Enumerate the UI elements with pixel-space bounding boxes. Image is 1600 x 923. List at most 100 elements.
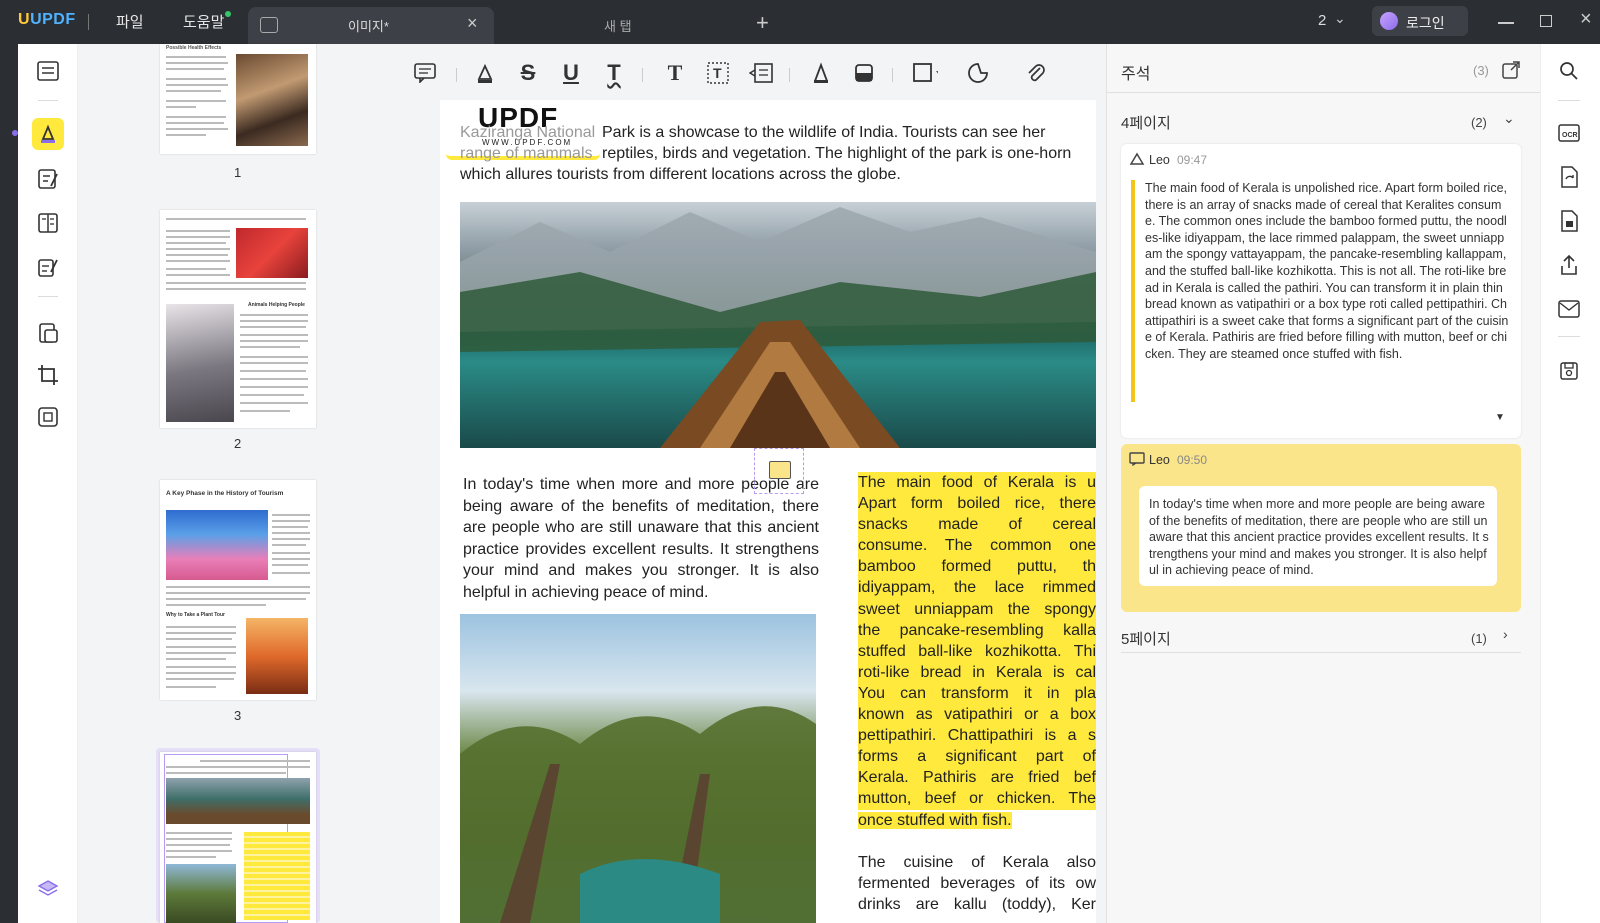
comment-anchor[interactable] [754, 448, 804, 494]
highlight-line: idiyappam, the lace rimmed [858, 577, 1096, 599]
chevron-right-icon[interactable]: › [1503, 626, 1508, 642]
chevron-down-icon[interactable]: ⌄ [1334, 10, 1346, 27]
protect-icon[interactable] [1556, 208, 1582, 234]
comment-icon[interactable] [412, 60, 438, 86]
underline-icon[interactable]: U [558, 60, 584, 86]
boat-lake-image [460, 202, 1096, 448]
highlight-comment-icon [1129, 152, 1145, 171]
close-window-icon[interactable]: × [1580, 8, 1592, 31]
shape-icon[interactable] [912, 60, 938, 86]
add-tab-icon[interactable]: + [756, 10, 769, 36]
divider [38, 100, 58, 101]
convert-file-icon[interactable] [1556, 164, 1582, 190]
palm-tree-image [460, 614, 816, 923]
comment-card-1[interactable]: Leo 09:47 The main food of Kerala is unp… [1121, 144, 1521, 438]
thumb-title: Possible Health Effects [166, 45, 222, 51]
comments-panel: 주석 (3) 4페이지 (2) ⌄ Leo 09:47 The main foo… [1106, 44, 1569, 923]
comment-text: The main food of Kerala is unpolished ri… [1145, 181, 1509, 361]
squiggly-icon[interactable]: T [601, 60, 627, 86]
divider [642, 68, 643, 82]
highlight-line: stuffed ball-like kozhikotta. Thi [858, 640, 1096, 662]
group-page5-label[interactable]: 5페이지 [1121, 628, 1171, 649]
strikethrough-icon[interactable]: S [515, 60, 541, 86]
highlighted-text-column[interactable]: The main food of Kerala is u Apart form b… [858, 472, 1096, 831]
tab-image[interactable]: 이미지* × [248, 7, 494, 44]
comments-title: 주석 [1121, 66, 1151, 83]
search-icon[interactable] [1556, 58, 1582, 84]
attachment-icon[interactable] [1024, 60, 1050, 86]
window-count[interactable]: 2 [1318, 12, 1326, 29]
highlight-color-bar [1131, 180, 1135, 402]
eraser-icon[interactable] [851, 60, 877, 86]
group-page5-count: (1) [1471, 631, 1487, 646]
pdf-page: UPDF WWW.UPDF.COM Kaziranga National Par… [440, 100, 1096, 923]
cuisine-paragraph: The cuisine of Kerala also fermented beve… [858, 852, 1096, 915]
page-number: 3 [234, 708, 242, 723]
intro-text-line2: reptiles, birds and vegetation. The high… [602, 145, 1072, 162]
highlight-line: consume. The common one [858, 535, 1096, 557]
chevron-down-icon[interactable]: ⌄ [1503, 110, 1515, 127]
thumbnail-page-3[interactable]: A Key Phase in the History of Tourism Wh… [160, 480, 316, 700]
close-tab-icon[interactable]: × [467, 13, 478, 34]
eiffel-photo [246, 618, 308, 694]
highlighted-text-preview [244, 832, 310, 920]
highlight-line: once stuffed with fish. [858, 811, 1012, 829]
ocr-page-icon[interactable] [35, 404, 61, 430]
textcallout-icon[interactable] [748, 60, 774, 86]
reader-icon[interactable] [35, 58, 61, 84]
group-page4-count: (2) [1471, 115, 1487, 130]
save-icon[interactable] [1556, 358, 1582, 384]
edit-pdf-icon[interactable] [35, 166, 61, 192]
avatar [1380, 12, 1398, 30]
highlight-line: Kerala. Pathiris are fried bef [858, 767, 1096, 789]
comment-card-2[interactable]: Leo 09:50 In today's time when more and … [1121, 444, 1521, 612]
tab-new[interactable]: 새 탭 [500, 7, 740, 44]
minimize-icon[interactable] [1498, 22, 1514, 24]
thumbnail-page-1[interactable]: Possible Health Effects [160, 44, 316, 154]
app-logo: UUPDF [18, 11, 76, 28]
login-label: 로그인 [1406, 15, 1445, 31]
textbox-icon[interactable]: T [705, 60, 731, 86]
divider [88, 14, 89, 30]
text-icon[interactable]: T [662, 60, 688, 86]
cuisine-line: The cuisine of Kerala also [858, 854, 1096, 871]
annotation-toolbar: S U T T T [414, 44, 1106, 100]
document-icon [260, 17, 278, 33]
group-page4-label[interactable]: 4페이지 [1121, 112, 1171, 133]
share-icon[interactable] [1556, 252, 1582, 278]
email-icon[interactable] [1556, 296, 1582, 322]
cat-photo [166, 304, 234, 422]
restore-icon[interactable] [1540, 15, 1552, 27]
export-icon[interactable] [1501, 60, 1521, 85]
highlight-line: forms a significant part of [858, 746, 1096, 768]
highlighter-icon[interactable] [35, 121, 61, 147]
highlight-line: The main food of Kerala is u [858, 472, 1096, 494]
thumbnail-page-2[interactable]: Animals Helping People [160, 210, 316, 428]
pencil-icon[interactable] [808, 60, 834, 86]
comment-author: Leo [1149, 153, 1170, 167]
note-box: In today's time when more and more peopl… [1139, 486, 1497, 586]
note-icon [769, 461, 791, 479]
form-icon[interactable] [35, 254, 61, 280]
sticker-icon[interactable] [967, 60, 993, 86]
layers-icon[interactable] [35, 876, 61, 902]
expand-arrow-icon[interactable]: ▼ [1495, 412, 1505, 423]
divider [1121, 652, 1521, 653]
comment-author: Leo [1149, 453, 1170, 467]
ocr-icon[interactable]: OCR [1556, 120, 1582, 146]
highlight-line: Apart form boiled rice, there [858, 493, 1096, 515]
page-organize-icon[interactable] [35, 210, 61, 236]
login-button[interactable]: 로그인 [1372, 6, 1468, 36]
convert-icon[interactable] [35, 320, 61, 346]
divider [456, 68, 457, 82]
thumbnail-page-4[interactable] [160, 752, 316, 923]
highlight-line: You can transform it in pla [858, 682, 1096, 705]
menu-file[interactable]: 파일 [116, 11, 144, 32]
dog-santa-photo [236, 228, 308, 278]
menu-help[interactable]: 도움말 [183, 11, 224, 32]
palm-photo [166, 864, 236, 923]
highlight-line: roti-like bread in Kerala is cal [858, 661, 1096, 683]
crop-icon[interactable] [35, 362, 61, 388]
highlight-line: known as vatipathiri or a box [858, 704, 1096, 726]
highlight-icon[interactable] [472, 60, 498, 86]
